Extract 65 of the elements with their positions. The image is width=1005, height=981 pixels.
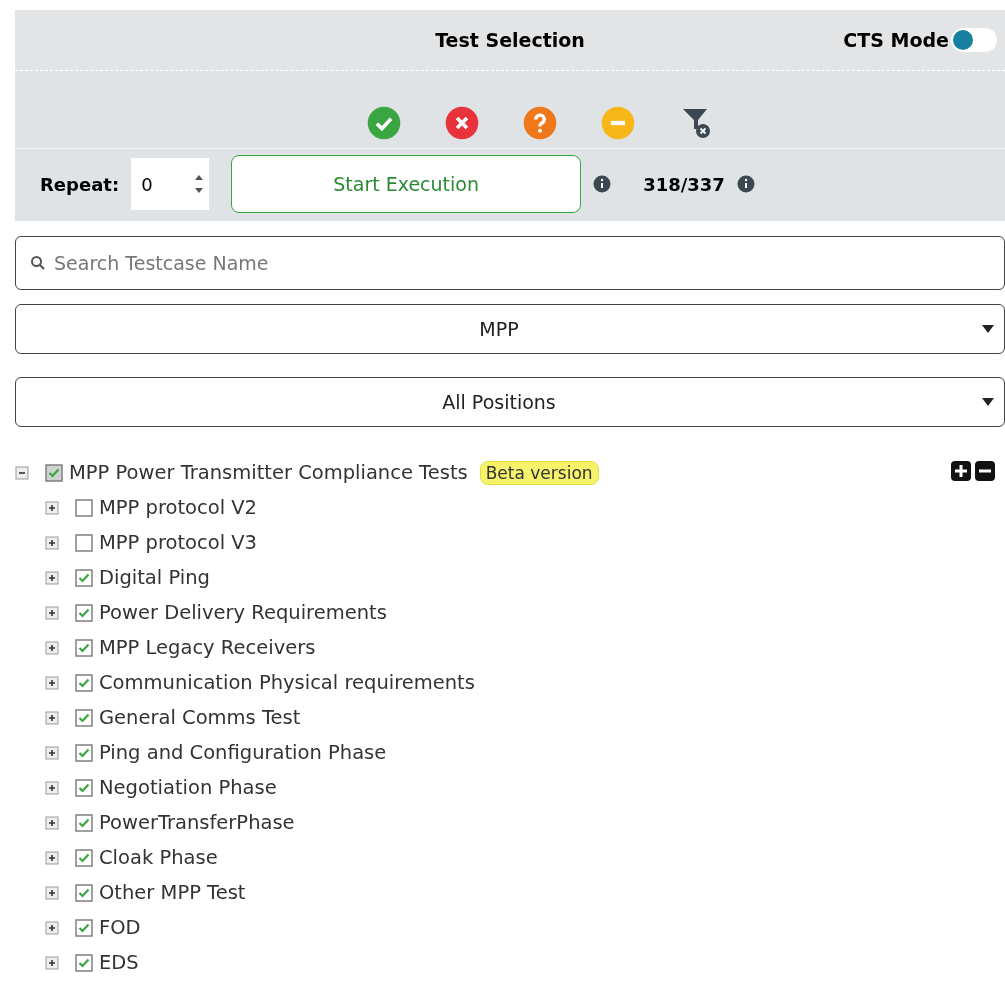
tree-item-label[interactable]: PowerTransferPhase: [99, 811, 295, 834]
expand-icon[interactable]: [45, 535, 59, 550]
tree-item-label[interactable]: FOD: [99, 916, 141, 939]
expand-icon[interactable]: [45, 815, 59, 830]
info-icon[interactable]: [593, 175, 612, 193]
tree-item-label[interactable]: MPP protocol V2: [99, 496, 258, 519]
checkbox[interactable]: [75, 848, 93, 867]
cross-circle-icon[interactable]: [445, 106, 479, 140]
caret-icon: [982, 325, 994, 333]
expand-icon[interactable]: [45, 920, 59, 935]
question-circle-icon[interactable]: [523, 106, 557, 140]
tree-item-label[interactable]: Communication Physical requirements: [99, 671, 475, 694]
tree-item-label[interactable]: Digital Ping: [99, 566, 210, 589]
tree-item-label[interactable]: MPP Power Transmitter Compliance Tests: [69, 461, 468, 484]
check-circle-icon[interactable]: [367, 106, 401, 140]
checkbox[interactable]: [75, 918, 93, 937]
search-field[interactable]: Search Testcase Name: [15, 236, 1005, 290]
expand-icon[interactable]: [45, 500, 59, 515]
tree-item-label[interactable]: EDS: [99, 951, 139, 974]
tree-item-label[interactable]: Negotiation Phase: [99, 776, 277, 799]
checkbox[interactable]: [45, 463, 63, 482]
expand-icon[interactable]: [45, 955, 59, 970]
tree-item-label[interactable]: Ping and Configuration Phase: [99, 741, 387, 764]
collapse-icon[interactable]: [15, 465, 29, 480]
checkbox[interactable]: [75, 883, 93, 902]
info-icon[interactable]: [736, 175, 755, 193]
tree-item-label[interactable]: Cloak Phase: [99, 846, 218, 869]
repeat-spinner[interactable]: 0: [131, 158, 210, 210]
start-execution-button[interactable]: Start Execution: [231, 155, 582, 213]
test-count: 318/337: [643, 173, 725, 195]
tree-item-label[interactable]: General Comms Test: [99, 706, 301, 729]
expand-icon[interactable]: [45, 850, 59, 865]
checkbox[interactable]: [75, 813, 93, 832]
checkbox[interactable]: [75, 673, 93, 692]
tree-item-label[interactable]: MPP protocol V3: [99, 531, 258, 554]
checkbox[interactable]: [75, 568, 93, 587]
expand-icon[interactable]: [45, 570, 59, 585]
checkbox[interactable]: [75, 778, 93, 797]
repeat-label: Repeat:: [40, 173, 120, 195]
cts-mode-toggle[interactable]: [951, 28, 997, 52]
expand-icon[interactable]: [45, 605, 59, 620]
checkbox[interactable]: [75, 603, 93, 622]
tree-item-label[interactable]: Power Delivery Requirements: [99, 601, 387, 624]
caret-icon: [982, 398, 994, 406]
collapse-all-icon[interactable]: [975, 461, 995, 481]
checkbox[interactable]: [75, 708, 93, 727]
panel-title: Test Selection: [435, 29, 585, 51]
expand-icon[interactable]: [45, 710, 59, 725]
expand-icon[interactable]: [45, 675, 59, 690]
checkbox[interactable]: [75, 498, 93, 517]
expand-icon[interactable]: [45, 745, 59, 760]
tree-item-label[interactable]: MPP Legacy Receivers: [99, 636, 316, 659]
dropdown[interactable]: All Positions: [15, 377, 1005, 427]
expand-icon[interactable]: [45, 640, 59, 655]
dropdown[interactable]: MPP: [15, 304, 1005, 354]
checkbox[interactable]: [75, 743, 93, 762]
cts-mode-label: CTS Mode: [843, 29, 949, 51]
checkbox[interactable]: [75, 533, 93, 552]
expand-icon[interactable]: [45, 885, 59, 900]
expand-icon[interactable]: [45, 780, 59, 795]
checkbox[interactable]: [75, 638, 93, 657]
tree-item-label[interactable]: Other MPP Test: [99, 881, 246, 904]
checkbox[interactable]: [75, 953, 93, 972]
expand-all-icon[interactable]: [951, 461, 971, 481]
beta-badge: Beta version: [479, 460, 599, 485]
